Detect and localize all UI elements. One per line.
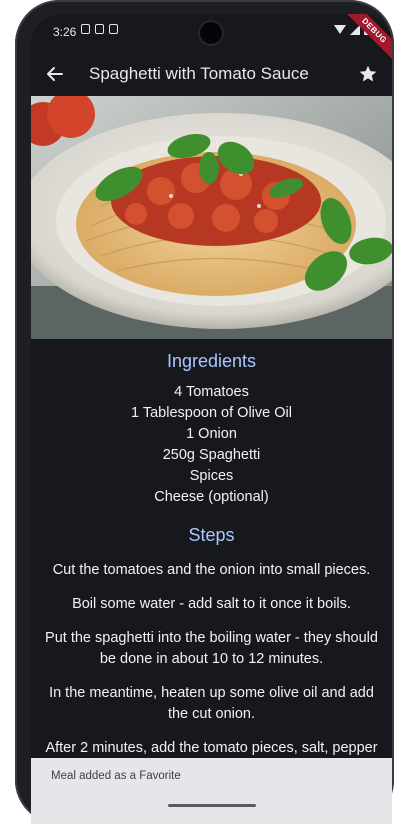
meal-image bbox=[31, 96, 392, 339]
ingredient-item: Spices bbox=[189, 468, 234, 484]
app-notification-icon bbox=[95, 24, 104, 34]
steps-list: Cut the tomatoes and the onion into smal… bbox=[31, 560, 392, 759]
ingredients-title: Ingredients bbox=[166, 351, 257, 371]
snackbar: Meal added as a Favorite bbox=[31, 758, 392, 824]
status-time: 3:26 bbox=[53, 25, 77, 39]
step-item: After 2 minutes, add the tomato pieces, … bbox=[45, 740, 378, 756]
home-indicator[interactable] bbox=[168, 804, 256, 807]
star-icon bbox=[359, 65, 377, 82]
ingredient-item: 250g Spaghetti bbox=[162, 447, 261, 463]
notification-icons bbox=[81, 24, 118, 34]
step-item: In the meantime, heaten up some olive oi… bbox=[49, 685, 374, 722]
ingredient-item: 1 Onion bbox=[186, 426, 237, 442]
ingredient-item: Cheese (optional) bbox=[154, 489, 269, 505]
favorite-button[interactable] bbox=[354, 60, 382, 88]
page-title: Spaghetti with Tomato Sauce bbox=[89, 64, 309, 83]
app-screen: 3:26 DEBUG Spaghetti with Tomato Sauce I… bbox=[31, 14, 392, 824]
ingredient-item: 1 Tablespoon of Olive Oil bbox=[131, 405, 292, 421]
step-item: Put the spaghetti into the boiling water… bbox=[45, 630, 378, 667]
front-camera bbox=[200, 22, 222, 44]
arrow-left-icon bbox=[47, 67, 63, 81]
step-item: Boil some water - add salt to it once it… bbox=[72, 596, 351, 612]
shield-icon bbox=[81, 24, 90, 34]
snackbar-message: Meal added as a Favorite bbox=[51, 770, 181, 782]
wifi-icon bbox=[334, 25, 346, 34]
status-bar: 3:26 DEBUG bbox=[31, 14, 392, 65]
app-bar: Spaghetti with Tomato Sauce bbox=[31, 52, 392, 96]
sim-card-icon bbox=[109, 24, 118, 34]
back-button[interactable] bbox=[41, 60, 69, 88]
recipe-content: Ingredients 4 Tomatoes 1 Tablespoon of O… bbox=[31, 339, 392, 772]
ingredient-item: 4 Tomatoes bbox=[174, 384, 249, 400]
ingredients-list: 4 Tomatoes 1 Tablespoon of Olive Oil 1 O… bbox=[31, 382, 392, 508]
steps-title: Steps bbox=[188, 525, 235, 545]
step-item: Cut the tomatoes and the onion into smal… bbox=[52, 562, 371, 578]
